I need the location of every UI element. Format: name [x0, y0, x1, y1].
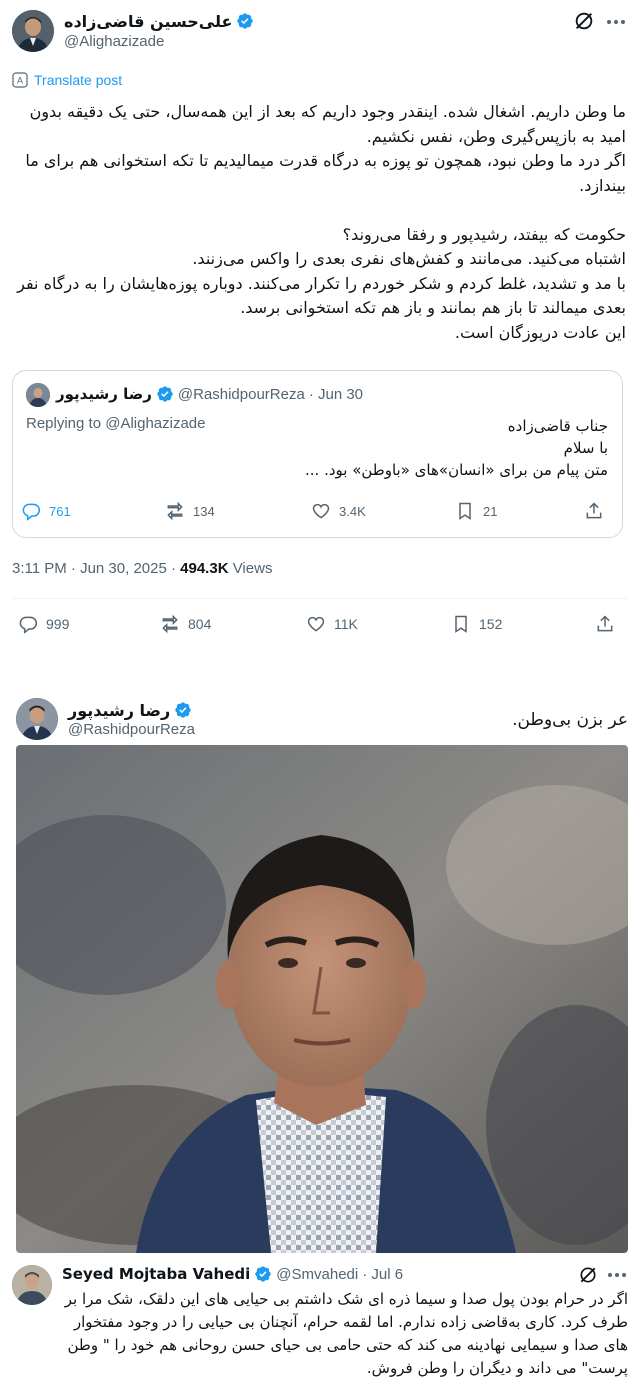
tweet-text: عر بزن بی‌وطن. — [512, 710, 628, 730]
translate-icon: A — [12, 72, 28, 88]
quoted-reply-button[interactable]: 761 — [21, 501, 71, 521]
more-options-icon[interactable] — [605, 12, 627, 32]
reply-icon — [22, 503, 41, 521]
quoted-author-row: رضا رشیدپور @RashidpourReza · Jun 30 — [56, 385, 363, 403]
quoted-bookmark-count: 21 — [483, 503, 498, 519]
share-icon — [586, 502, 602, 519]
repost-count: 804 — [188, 616, 212, 632]
bookmark-icon — [455, 615, 467, 633]
more-options-icon[interactable] — [606, 1266, 628, 1284]
quoted-tweet-card[interactable]: رضا رشیدپور @RashidpourReza · Jun 30 Rep… — [12, 370, 623, 538]
translate-post-label: Translate post — [34, 72, 123, 88]
quoted-repost-button[interactable]: 134 — [165, 501, 215, 521]
share-icon — [597, 615, 613, 632]
author-avatar[interactable] — [12, 1265, 52, 1305]
quoted-bookmark-button[interactable]: 21 — [455, 501, 497, 521]
author-handle[interactable]: @Smvahedi — [276, 1266, 358, 1283]
author-name[interactable]: Seyed Mojtaba Vahedi — [62, 1265, 250, 1283]
author-avatar[interactable] — [12, 10, 54, 52]
author-name-row: علی‌حسین قاضی‌زاده — [64, 10, 254, 32]
post-timestamp[interactable]: 3:11 PM · Jun 30, 2025 · — [12, 560, 180, 577]
verified-badge-icon — [237, 13, 254, 29]
quoted-share-button[interactable] — [584, 501, 604, 521]
post-meta: 3:11 PM · Jun 30, 2025 · 494.3K Views — [12, 560, 272, 577]
translate-post-link[interactable]: A Translate post — [12, 72, 122, 88]
verified-badge-icon — [175, 702, 191, 718]
author-name-row: Seyed Mojtaba Vahedi @Smvahedi · Jul 6 — [62, 1265, 403, 1283]
heart-icon — [307, 616, 325, 632]
svg-text:A: A — [17, 76, 23, 86]
grok-icon[interactable] — [578, 1265, 598, 1285]
author-handle[interactable]: @RashidpourReza — [68, 721, 195, 738]
reply-button[interactable]: 999 — [18, 614, 69, 634]
quoted-like-count: 3.4K — [339, 503, 366, 519]
views-label: Views — [228, 560, 273, 577]
bookmark-count: 152 — [479, 616, 503, 632]
quoted-date[interactable]: · Jun 30 — [309, 386, 363, 403]
heart-icon — [312, 503, 330, 519]
author-name[interactable]: رضا رشیدپور — [68, 701, 170, 720]
reply-count: 999 — [46, 616, 70, 632]
divider — [12, 598, 628, 599]
like-count: 11K — [334, 616, 358, 632]
like-button[interactable]: 11K — [306, 614, 358, 634]
reply-icon — [19, 616, 38, 634]
repost-button[interactable]: 804 — [160, 614, 211, 634]
tweet-photo[interactable] — [16, 745, 628, 1253]
tweet-text: اگر در حرام بودن پول صدا و سیما ذره ای ش… — [64, 1290, 628, 1377]
quoted-repost-count: 134 — [193, 503, 215, 519]
tweet-text: ما وطن داریم. اشغال شده. اینقدر وجود دار… — [17, 102, 626, 342]
grok-icon[interactable] — [573, 10, 595, 32]
quoted-reply-count: 761 — [49, 503, 71, 519]
share-button[interactable] — [595, 614, 615, 634]
bookmark-button[interactable]: 152 — [451, 614, 502, 634]
author-avatar[interactable] — [16, 698, 58, 740]
quoted-author-avatar[interactable] — [26, 383, 50, 407]
author-handle[interactable]: @Alighazizade — [64, 33, 164, 50]
quoted-like-button[interactable]: 3.4K — [311, 501, 366, 521]
repost-icon — [167, 501, 183, 521]
quoted-tweet-text: جناب قاضی‌زاده با سلام متن پیام من برای … — [305, 417, 608, 479]
quoted-author-name[interactable]: رضا رشیدپور — [56, 385, 152, 403]
verified-badge-icon — [255, 1266, 271, 1282]
views-count: 494.3K — [180, 560, 229, 577]
verified-badge-icon — [157, 386, 173, 402]
quoted-author-handle[interactable]: @RashidpourReza — [178, 386, 305, 403]
repost-icon — [162, 614, 178, 634]
post-date[interactable]: · Jul 6 — [362, 1266, 403, 1283]
author-name-row: رضا رشیدپور — [68, 699, 192, 721]
bookmark-icon — [459, 502, 471, 520]
author-name[interactable]: علی‌حسین قاضی‌زاده — [64, 12, 232, 31]
